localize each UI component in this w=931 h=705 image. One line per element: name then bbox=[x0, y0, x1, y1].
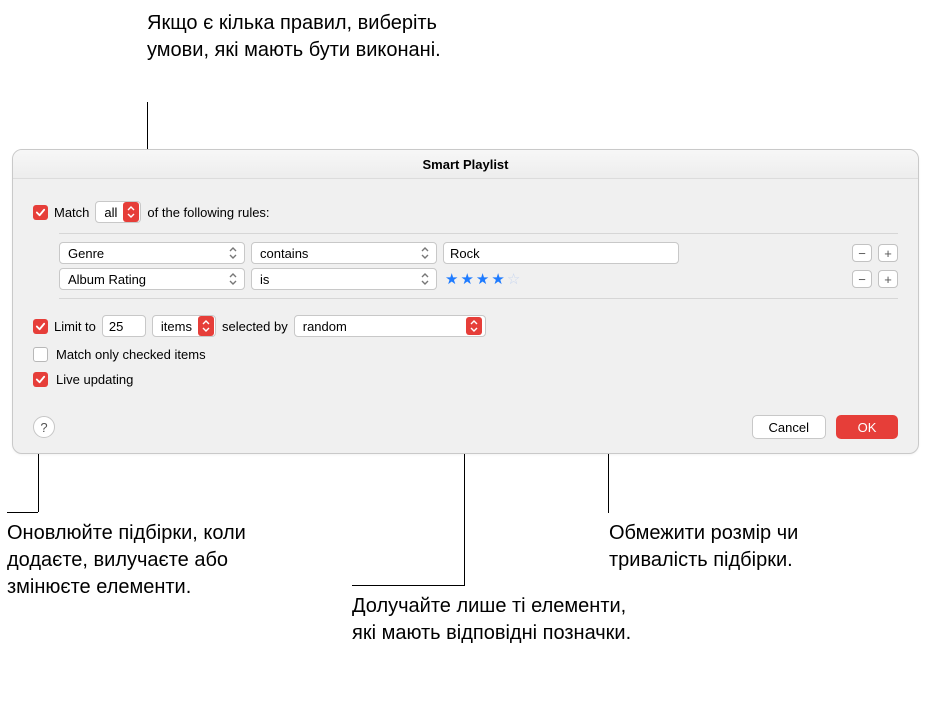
rule-field-value: Album Rating bbox=[68, 272, 146, 287]
rule-field-popup[interactable]: Album Rating bbox=[59, 268, 245, 290]
annotation-bottom-mid: Долучайте лише ті елементи, які мають ві… bbox=[352, 593, 632, 647]
cancel-button[interactable]: Cancel bbox=[752, 415, 826, 439]
dialog-body: Match all of the following rules: Genre bbox=[13, 179, 918, 453]
match-row: Match all of the following rules: bbox=[33, 201, 898, 223]
rule-op-value: is bbox=[260, 272, 269, 287]
star-icon: ★ bbox=[460, 270, 473, 288]
rules-block: Genre contains − + bbox=[59, 233, 898, 299]
match-label-post: of the following rules: bbox=[147, 205, 269, 220]
limit-method-value: random bbox=[303, 319, 347, 334]
rule-stars[interactable]: ★ ★ ★ ★ ☆ bbox=[443, 268, 520, 290]
annotation-bottom-left: Оновлюйте підбірки, коли додаєте, вилуча… bbox=[7, 520, 307, 601]
limit-unit-popup[interactable]: items bbox=[152, 315, 216, 337]
rule-op-popup[interactable]: is bbox=[251, 268, 437, 290]
rule-field-popup[interactable]: Genre bbox=[59, 242, 245, 264]
match-checked-checkbox[interactable] bbox=[33, 347, 48, 362]
annotation-top: Якщо є кілька правил, виберіть умови, як… bbox=[147, 10, 457, 64]
live-updating-checkbox[interactable] bbox=[33, 372, 48, 387]
updown-icon bbox=[123, 202, 139, 222]
match-mode-popup[interactable]: all bbox=[95, 201, 141, 223]
updown-icon bbox=[225, 270, 241, 288]
annotation-bottom-right: Обмежити розмір чи тривалість підбірки. bbox=[609, 520, 869, 574]
limit-count-input[interactable] bbox=[102, 315, 146, 337]
match-mode-value: all bbox=[104, 205, 123, 220]
add-rule-button[interactable]: + bbox=[878, 244, 898, 262]
limit-unit-value: items bbox=[161, 319, 198, 334]
star-icon: ★ bbox=[491, 270, 504, 288]
star-icon: ☆ bbox=[507, 270, 520, 288]
live-updating-label: Live updating bbox=[56, 372, 133, 387]
limit-label: Limit to bbox=[54, 319, 96, 334]
limit-checkbox[interactable] bbox=[33, 319, 48, 334]
selected-by-label: selected by bbox=[222, 319, 288, 334]
rule-field-value: Genre bbox=[68, 246, 104, 261]
star-icon: ★ bbox=[476, 270, 489, 288]
remove-rule-button[interactable]: − bbox=[852, 244, 872, 262]
remove-rule-button[interactable]: − bbox=[852, 270, 872, 288]
updown-icon bbox=[198, 316, 214, 336]
rule-op-value: contains bbox=[260, 246, 308, 261]
rule-op-popup[interactable]: contains bbox=[251, 242, 437, 264]
smart-playlist-dialog: Smart Playlist Match all of the followin… bbox=[12, 149, 919, 454]
help-button[interactable]: ? bbox=[33, 416, 55, 438]
callout-line bbox=[7, 512, 38, 513]
match-label-pre: Match bbox=[54, 205, 89, 220]
match-checked-label: Match only checked items bbox=[56, 347, 206, 362]
rule-row: Genre contains − + bbox=[59, 240, 898, 266]
rule-row: Album Rating is ★ ★ ★ ★ ☆ bbox=[59, 266, 898, 292]
dialog-footer: ? Cancel OK bbox=[33, 415, 898, 439]
limit-row: Limit to items selected by random bbox=[33, 315, 898, 337]
updown-icon bbox=[225, 244, 241, 262]
live-updating-row: Live updating bbox=[33, 372, 898, 387]
ok-button[interactable]: OK bbox=[836, 415, 898, 439]
updown-icon bbox=[417, 270, 433, 288]
limit-method-popup[interactable]: random bbox=[294, 315, 486, 337]
star-icon: ★ bbox=[445, 270, 458, 288]
updown-icon bbox=[466, 317, 482, 335]
match-checked-row: Match only checked items bbox=[33, 347, 898, 362]
add-rule-button[interactable]: + bbox=[878, 270, 898, 288]
match-checkbox[interactable] bbox=[33, 205, 48, 220]
callout-line bbox=[352, 585, 464, 586]
rule-value-input[interactable] bbox=[443, 242, 679, 264]
updown-icon bbox=[417, 244, 433, 262]
dialog-title: Smart Playlist bbox=[13, 150, 918, 179]
